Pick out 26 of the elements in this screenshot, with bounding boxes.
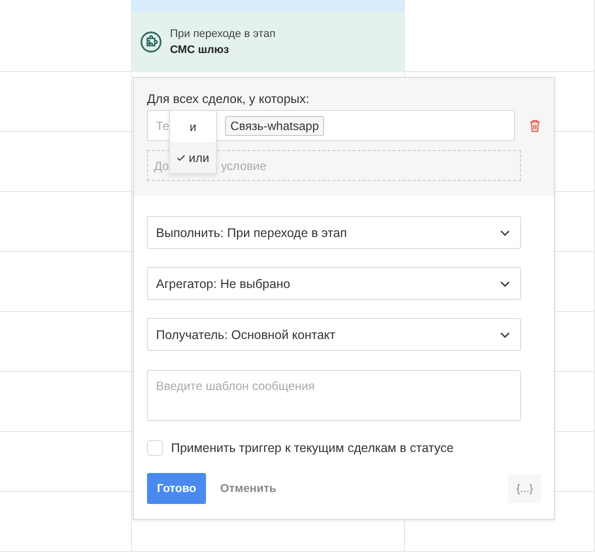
field-placeholder: Те xyxy=(156,118,170,132)
add-condition-text: условие xyxy=(220,158,266,172)
trigger-card[interactable]: При переходе в этап СМС шлюз xyxy=(132,12,405,72)
add-condition-text: До xyxy=(154,158,169,172)
puzzle-icon xyxy=(140,31,162,53)
select-field[interactable]: Получатель: Основной контакт xyxy=(147,318,521,351)
checkbox-label: Применить триггер к текущим сделкам в статусе xyxy=(171,441,454,455)
select-field[interactable]: Агрегатор: Не выбрано xyxy=(147,267,521,300)
select-value: Получатель: Основной контакт xyxy=(156,328,336,342)
trigger-title: СМС шлюз xyxy=(170,44,230,56)
chevron-down-icon xyxy=(500,280,510,286)
menu-item[interactable]: или xyxy=(170,142,216,173)
checkbox[interactable] xyxy=(147,440,163,456)
select-value: Агрегатор: Не выбрано xyxy=(156,276,290,290)
chevron-down-icon xyxy=(500,332,510,338)
message-field[interactable]: Введите шаблон сообщения xyxy=(147,370,521,421)
check-icon xyxy=(176,154,185,160)
menu-item[interactable]: и xyxy=(170,111,216,142)
trash-icon[interactable] xyxy=(529,118,541,132)
trigger-subtitle: При переходе в этап xyxy=(170,28,276,40)
condition-tag[interactable]: Связь-whatsapp xyxy=(225,116,324,136)
select-value: Выполнить: При переходе в этап xyxy=(156,226,347,240)
chevron-down-icon xyxy=(500,230,510,236)
conditions-heading: Для всех сделок, у которых: xyxy=(147,92,310,106)
cancel-button[interactable]: Отменить xyxy=(220,482,276,494)
select-field[interactable]: Выполнить: При переходе в этап xyxy=(147,216,521,249)
